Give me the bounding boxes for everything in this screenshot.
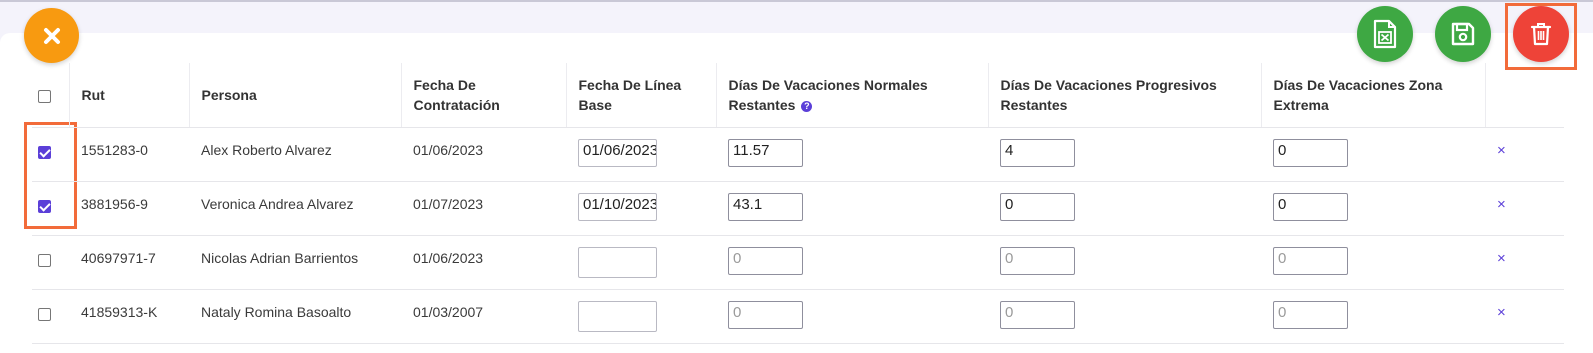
rut-cell: 40697971-7 <box>69 235 189 290</box>
dias-normales-input[interactable]: 11.57 <box>728 138 803 167</box>
dias-normales-cell: 0 <box>716 235 988 290</box>
close-button[interactable] <box>24 8 79 63</box>
fecha-linea-base-input[interactable]: 01/10/2023 <box>578 192 657 221</box>
rut-cell: 41859313-K <box>69 289 189 344</box>
column-header-fecha-linea-base[interactable]: Fecha De Línea Base <box>566 63 717 128</box>
fecha-linea-base-cell: 01/10/2023 <box>566 181 716 236</box>
dias-normales-cell: 11.57 <box>716 127 988 182</box>
table-row: 40697971-7 Nicolas Adrian Barrientos 01/… <box>32 235 1564 290</box>
dias-normales-input[interactable]: 43.1 <box>728 192 803 221</box>
row-select-cell <box>32 127 69 182</box>
actions-cell: × <box>1485 235 1564 290</box>
column-header-dias-progresivos[interactable]: Días De Vacaciones Progresivos Restantes <box>988 63 1262 128</box>
dias-zona-extrema-input[interactable]: 0 <box>1273 300 1348 329</box>
row-checkbox[interactable] <box>38 146 51 160</box>
dias-progresivos-input[interactable]: 0 <box>1000 192 1075 221</box>
fecha-linea-base-input[interactable] <box>578 246 657 278</box>
dias-zona-extrema-cell: 0 <box>1261 235 1485 290</box>
top-border <box>0 0 1593 2</box>
fecha-contratacion-cell: 01/06/2023 <box>401 127 566 182</box>
select-all-checkbox[interactable] <box>37 89 51 103</box>
dias-zona-extrema-cell: 0 <box>1261 289 1485 344</box>
persona-cell: Nicolas Adrian Barrientos <box>189 235 401 290</box>
column-header-actions <box>1485 63 1564 128</box>
row-checkbox[interactable] <box>38 308 51 322</box>
remove-row-icon[interactable]: × <box>1497 142 1506 159</box>
actions-cell: × <box>1485 289 1564 344</box>
fecha-linea-base-input[interactable] <box>578 300 657 332</box>
delete-button-highlight <box>1505 3 1577 70</box>
floppy-disk-icon <box>1451 22 1475 46</box>
fecha-contratacion-cell: 01/06/2023 <box>401 235 566 290</box>
dias-progresivos-cell: 0 <box>988 235 1261 290</box>
actions-cell: × <box>1485 127 1564 182</box>
fecha-linea-base-cell <box>566 289 716 344</box>
remove-row-icon[interactable]: × <box>1497 250 1506 267</box>
remove-row-icon[interactable]: × <box>1497 196 1506 213</box>
save-button[interactable] <box>1435 6 1491 62</box>
table-header-row: Rut Persona Fecha De Contratación Fecha … <box>32 63 1564 128</box>
dias-progresivos-input[interactable]: 0 <box>1000 300 1075 329</box>
dias-normales-cell: 0 <box>716 289 988 344</box>
dias-progresivos-cell: 0 <box>988 289 1261 344</box>
dias-progresivos-cell: 0 <box>988 181 1261 236</box>
dias-zona-extrema-input[interactable]: 0 <box>1273 192 1348 221</box>
dias-zona-extrema-input[interactable]: 0 <box>1273 138 1348 167</box>
dias-progresivos-input[interactable]: 4 <box>1000 138 1075 167</box>
remove-row-icon[interactable]: × <box>1497 304 1506 321</box>
persona-cell: Alex Roberto Alvarez <box>189 127 401 182</box>
column-header-dias-zona-extrema[interactable]: Días De Vacaciones Zona Extrema <box>1261 63 1486 128</box>
column-header-fecha-contratacion[interactable]: Fecha De Contratación <box>401 63 567 128</box>
row-select-cell <box>32 181 69 236</box>
actions-cell: × <box>1485 181 1564 236</box>
persona-cell: Veronica Andrea Alvarez <box>189 181 401 236</box>
rut-cell: 3881956-9 <box>69 181 189 236</box>
dias-normales-label: Días De Vacaciones Normales Restantes <box>728 76 928 113</box>
fecha-contratacion-cell: 01/07/2023 <box>401 181 566 236</box>
export-excel-button[interactable] <box>1357 6 1413 62</box>
persona-cell: Nataly Romina Basoalto <box>189 289 401 344</box>
close-icon <box>43 27 60 44</box>
select-all-cell <box>32 63 70 128</box>
excel-file-icon <box>1373 19 1397 49</box>
row-select-cell <box>32 235 69 290</box>
rut-cell: 1551283-0 <box>69 127 189 182</box>
dias-progresivos-input[interactable]: 0 <box>1000 246 1075 275</box>
dias-normales-input[interactable]: 0 <box>728 246 803 275</box>
dias-normales-input[interactable]: 0 <box>728 300 803 329</box>
fecha-linea-base-cell <box>566 235 716 290</box>
fecha-linea-base-cell: 01/06/2023 <box>566 127 716 182</box>
row-select-cell <box>32 289 69 344</box>
column-header-rut[interactable]: Rut <box>69 63 190 128</box>
dias-zona-extrema-input[interactable]: 0 <box>1273 246 1348 275</box>
column-header-persona[interactable]: Persona <box>189 63 402 128</box>
fecha-contratacion-cell: 01/03/2007 <box>401 289 566 344</box>
dias-zona-extrema-cell: 0 <box>1261 181 1485 236</box>
row-checkbox[interactable] <box>38 254 51 268</box>
row-checkbox[interactable] <box>38 200 51 214</box>
column-header-dias-normales[interactable]: Días De Vacaciones Normales Restantes ? <box>716 63 989 128</box>
table-row: 3881956-9 Veronica Andrea Alvarez 01/07/… <box>32 181 1564 236</box>
dias-zona-extrema-cell: 0 <box>1261 127 1485 182</box>
fecha-linea-base-input[interactable]: 01/06/2023 <box>578 138 657 167</box>
dias-normales-cell: 43.1 <box>716 181 988 236</box>
table-row: 1551283-0 Alex Roberto Alvarez 01/06/202… <box>32 127 1564 182</box>
vacation-table: Rut Persona Fecha De Contratación Fecha … <box>32 63 1564 344</box>
table-row: 41859313-K Nataly Romina Basoalto 01/03/… <box>32 289 1564 344</box>
info-icon[interactable]: ? <box>801 100 813 112</box>
dias-progresivos-cell: 4 <box>988 127 1261 182</box>
